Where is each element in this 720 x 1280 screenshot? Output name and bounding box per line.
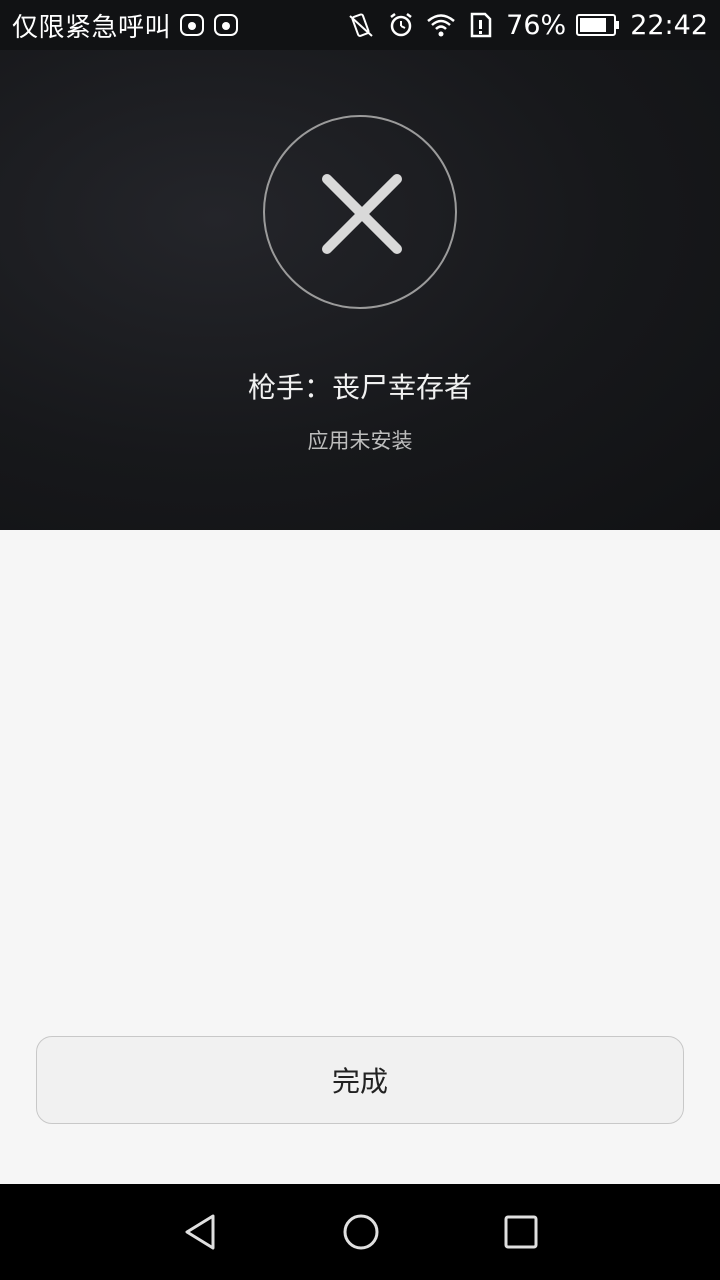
alarm-icon xyxy=(390,13,412,37)
clock: 22:42 xyxy=(630,9,708,41)
done-button[interactable]: 完成 xyxy=(36,1036,684,1124)
huawei-app-icon xyxy=(214,14,239,36)
recent-apps-icon[interactable] xyxy=(501,1212,541,1252)
vibrate-icon xyxy=(349,13,373,37)
result-header: 枪手：丧尸幸存者 应用未安装 xyxy=(0,50,720,530)
close-x-icon xyxy=(322,174,402,254)
install-status: 应用未安装 xyxy=(307,429,413,453)
home-icon[interactable] xyxy=(341,1212,381,1252)
battery-icon xyxy=(576,14,620,36)
status-right: 76% 22:42 xyxy=(346,10,708,41)
back-icon[interactable] xyxy=(181,1212,221,1252)
carrier-text: 仅限紧急呼叫 xyxy=(12,12,172,43)
failure-badge xyxy=(263,115,457,309)
navigation-bar xyxy=(0,1184,720,1280)
app-name: 枪手：丧尸幸存者 xyxy=(247,371,472,404)
content-area: 完成 xyxy=(0,530,720,1184)
sim-icon xyxy=(470,12,492,38)
status-left: 仅限紧急呼叫 xyxy=(12,7,239,44)
huawei-app-icon xyxy=(180,14,205,36)
wifi-icon xyxy=(427,14,455,37)
battery-percent: 76% xyxy=(506,9,567,41)
status-bar: 仅限紧急呼叫 76% 22:42 xyxy=(0,0,720,50)
